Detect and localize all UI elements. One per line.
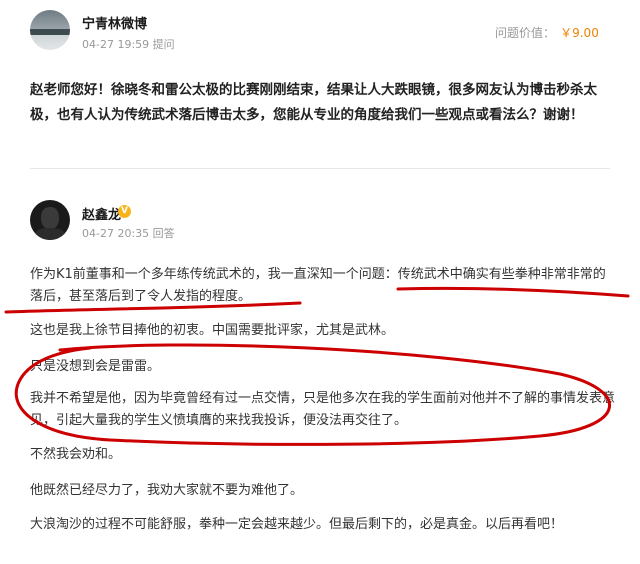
answered-meta: 04-27 20:35 回答 <box>82 225 175 241</box>
answer-paragraph-7: 大浪淘沙的过程不可能舒服，拳种一定会越来越少。但最后剩下的，必是真金。以后再看吧… <box>30 517 564 532</box>
price-value: ￥9.00 <box>560 26 599 40</box>
answer-paragraph-4: 我并不希望是他，因为毕竟曾经有过一点交情，只是他多次在我的学生面前对他并不了解的… <box>30 391 616 428</box>
asked-meta: 04-27 19:59 提问 <box>82 36 175 52</box>
asked-time: 04-27 19:59 <box>82 38 150 51</box>
answer-paragraph-1: 作为K1前董事和一个多年练传统武术的，我一直深知一个问题：传统武术中确实有些拳种… <box>30 267 606 304</box>
answer-paragraph-5: 不然我会劝和。 <box>30 447 122 462</box>
asker-name[interactable]: 宁青林微博 <box>82 13 147 32</box>
answered-time: 04-27 20:35 <box>82 227 150 240</box>
answerer-name[interactable]: 赵鑫龙 <box>82 204 121 223</box>
asker-avatar[interactable] <box>30 10 70 50</box>
answer-paragraph-6: 他既然已经尽力了，我劝大家就不要为难他了。 <box>30 483 304 498</box>
answered-action: 回答 <box>152 227 175 240</box>
question-text: 赵老师您好！徐晓冬和雷公太极的比赛刚刚结束，结果让人大跌眼镜，很多网友认为博击秒… <box>30 82 597 123</box>
answer-paragraph-2: 这也是我上徐节目捧他的初衷。中国需要批评家，尤其是武林。 <box>30 323 395 338</box>
asked-action: 提问 <box>152 38 175 51</box>
question-price: 问题价值： ￥9.00 <box>495 22 599 41</box>
answerer-avatar[interactable] <box>30 200 70 240</box>
price-label: 问题价值： <box>495 26 556 40</box>
section-divider <box>30 168 610 169</box>
verified-v-icon: V <box>118 205 131 218</box>
answer-paragraph-3: 只是没想到会是雷雷。 <box>30 359 161 374</box>
